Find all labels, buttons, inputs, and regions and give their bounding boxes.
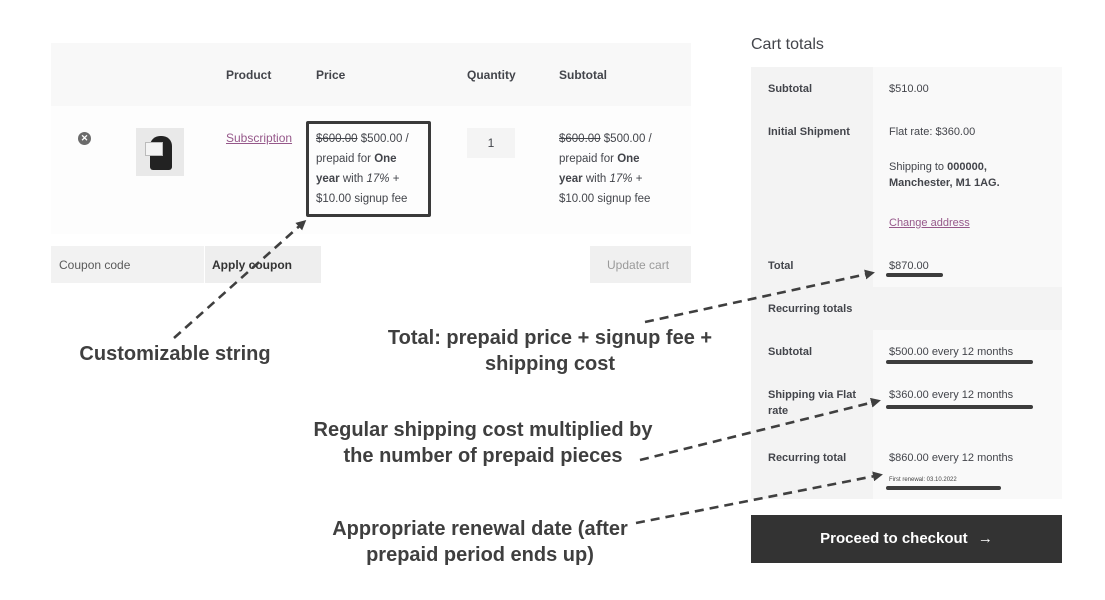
annotation-shipping-line2: the number of prepaid pieces [343,445,623,467]
annotation-total: Total: prepaid price + signup fee + ship… [340,325,760,377]
arrow-renewal [635,471,883,525]
annotation-renewal: Appropriate renewal date (after prepaid … [290,516,670,568]
annotation-total-line2: shipping cost [485,353,615,375]
arrow-customizable [173,220,307,339]
annotation-arrows [173,220,883,525]
arrow-total [644,269,875,324]
annotation-renewal-line2: prepaid period ends up) [366,544,594,566]
annotation-customizable: Customizable string [79,343,271,365]
annotation-shipping-line1: Regular shipping cost multiplied by [313,419,653,441]
annotation-shipping: Regular shipping cost multiplied by the … [268,417,698,469]
annotation-total-line1: Total: prepaid price + signup fee + [387,327,713,349]
annotation-renewal-line1: Appropriate renewal date (after [332,518,628,540]
